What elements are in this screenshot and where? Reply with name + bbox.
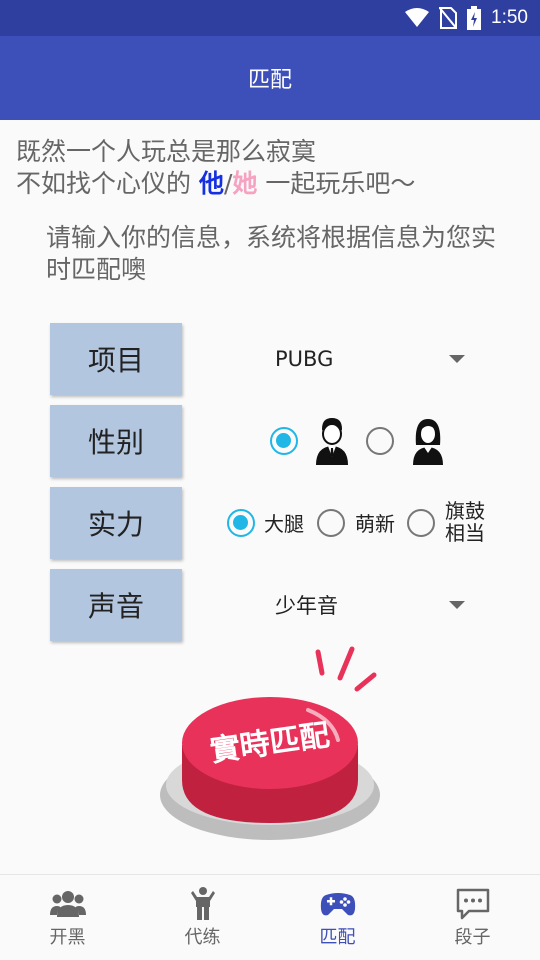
- skill-label: 实力: [50, 487, 182, 559]
- gamepad-icon: [320, 892, 355, 915]
- chat-icon: [456, 888, 489, 919]
- nav-label-kaihei: 开黑: [49, 926, 86, 948]
- nav-label-duanzi: 段子: [454, 926, 491, 948]
- gender-label: 性别: [50, 405, 182, 477]
- skill-option-radio-2[interactable]: [317, 509, 345, 537]
- skill-option-radio-1[interactable]: [227, 509, 255, 537]
- match-button[interactable]: 實時匹配: [158, 645, 388, 845]
- gender-male-radio[interactable]: [270, 427, 298, 455]
- male-avatar-icon: [316, 418, 348, 465]
- spark-lines: [315, 646, 377, 692]
- no-sim-icon: [439, 7, 458, 29]
- voice-label: 声音: [50, 569, 182, 641]
- battery-icon: [467, 6, 482, 30]
- app-bar: 匹配: [0, 36, 540, 120]
- project-value: PUBG: [275, 347, 334, 371]
- bottom-nav: 开黑 代练 匹配 段子: [0, 874, 540, 960]
- dropdown-arrow-icon: [449, 355, 465, 363]
- status-bar: 1:50: [0, 0, 540, 36]
- intro-line-2-prefix: 不如找个心仪的: [16, 169, 199, 198]
- prompt-text: 请输入你的信息，系统将根据信息为您实时匹配噢: [46, 223, 497, 284]
- dropdown-arrow-icon: [449, 601, 465, 609]
- nav-item-kaihei[interactable]: 开黑: [0, 875, 135, 960]
- skill-option-radio-3[interactable]: [407, 509, 435, 537]
- group-icon: [49, 890, 86, 917]
- nav-label-pipei: 匹配: [319, 926, 356, 948]
- page-title: 匹配: [247, 68, 292, 93]
- nav-item-dailian[interactable]: 代练: [135, 875, 270, 960]
- status-icons: 1:50: [405, 0, 528, 36]
- nav-item-pipei[interactable]: 匹配: [270, 875, 405, 960]
- intro-line-2: 不如找个心仪的 他/她 一起玩乐吧～: [16, 168, 415, 200]
- intro-text: 既然一个人玩总是那么寂寞 不如找个心仪的 他/她 一起玩乐吧～: [16, 136, 415, 200]
- nav-item-duanzi[interactable]: 段子: [405, 875, 540, 960]
- skill-option-label-3: 旗鼓相当: [445, 499, 485, 545]
- gender-female-radio[interactable]: [366, 427, 394, 455]
- female-avatar-icon: [413, 419, 443, 465]
- project-spinner[interactable]: PUBG: [275, 339, 465, 379]
- skill-option-label-1: 大腿: [264, 512, 304, 536]
- voice-value: 少年音: [275, 594, 338, 618]
- intro-he: 他: [198, 169, 224, 198]
- project-label: 项目: [50, 323, 182, 395]
- skill-option-label-2: 萌新: [355, 512, 395, 536]
- intro-she: 她: [232, 169, 258, 198]
- wifi-icon: [405, 8, 430, 27]
- intro-line-2-suffix: 一起玩乐吧～: [257, 169, 416, 198]
- intro-line-1: 既然一个人玩总是那么寂寞: [16, 137, 317, 166]
- person-icon: [190, 886, 215, 920]
- voice-spinner[interactable]: 少年音: [275, 585, 465, 625]
- nav-label-dailian: 代练: [184, 926, 221, 948]
- status-time: 1:50: [491, 7, 528, 28]
